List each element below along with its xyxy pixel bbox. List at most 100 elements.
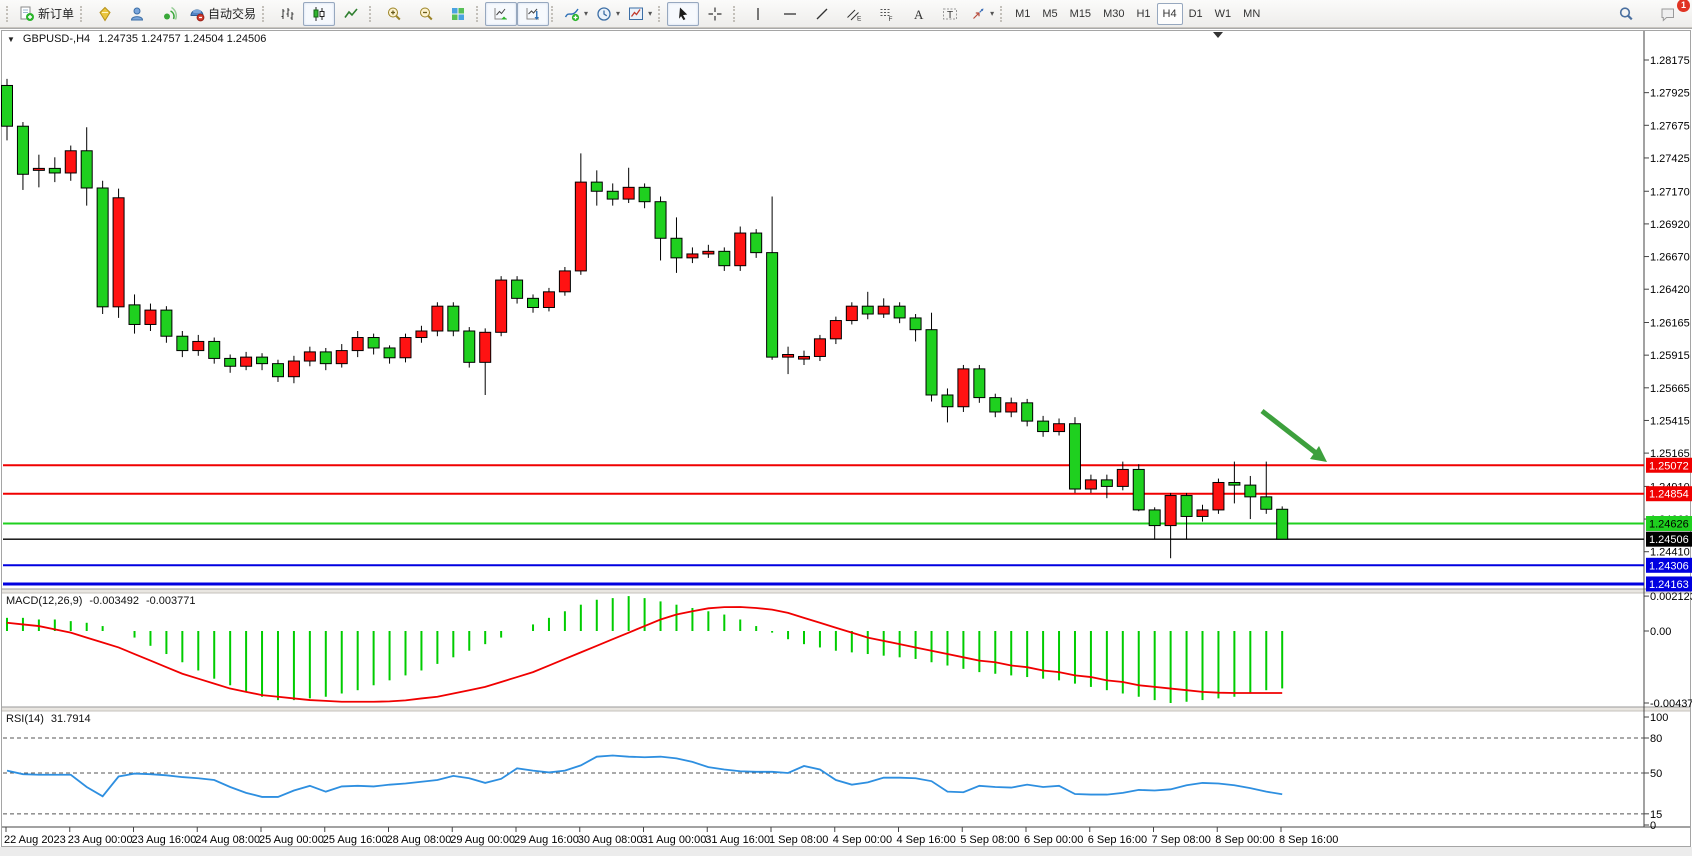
line-chart-button[interactable]: [335, 2, 367, 26]
tab-timeframe-M15[interactable]: M15: [1064, 3, 1097, 25]
auto-scroll-button[interactable]: [485, 2, 517, 26]
tile-windows-button[interactable]: [442, 2, 474, 26]
svg-text:4 Sep 00:00: 4 Sep 00:00: [833, 834, 892, 846]
notifications-button[interactable]: 1: [1652, 2, 1684, 26]
group-grip: [369, 6, 374, 22]
search-button[interactable]: [1610, 2, 1642, 26]
tab-timeframe-MN[interactable]: MN: [1237, 3, 1266, 25]
zoom-out-icon: [418, 6, 434, 22]
horizontal-line-icon: [782, 6, 798, 22]
arrows-icon: [970, 6, 986, 22]
svg-text:100: 100: [1650, 712, 1668, 724]
metaeditor-icon: [97, 6, 113, 22]
svg-text:E: E: [857, 15, 862, 22]
svg-text:1.27170: 1.27170: [1650, 186, 1690, 198]
svg-text:1.28175: 1.28175: [1650, 55, 1690, 67]
rsi-value: 31.7914: [51, 713, 91, 725]
svg-text:6 Sep 00:00: 6 Sep 00:00: [1024, 834, 1083, 846]
fibonacci-button[interactable]: F: [870, 2, 902, 26]
svg-text:1.26420: 1.26420: [1650, 284, 1690, 296]
trendline-icon: [814, 6, 830, 22]
fibonacci-icon: F: [878, 6, 894, 22]
timeframe-group: M1M5M15M30H1H4D1W1MN: [998, 1, 1266, 27]
tab-timeframe-M5[interactable]: M5: [1036, 3, 1063, 25]
toolbar-group: E FAT ▾: [731, 1, 998, 27]
vertical-line-icon: [750, 6, 766, 22]
indicators-button[interactable]: ▾: [560, 2, 592, 26]
templates-button[interactable]: ▾: [624, 2, 656, 26]
label-icon: T: [942, 6, 958, 22]
channel-button[interactable]: E: [838, 2, 870, 26]
tab-timeframe-M30[interactable]: M30: [1097, 3, 1130, 25]
group-grip: [80, 6, 85, 22]
rsi-indicator-name: RSI(14): [6, 713, 44, 725]
crosshair-icon: [707, 6, 723, 22]
zoom-out-button[interactable]: [410, 2, 442, 26]
svg-text:8 Sep 16:00: 8 Sep 16:00: [1279, 834, 1338, 846]
macd-signal-value: -0.003771: [146, 595, 196, 607]
svg-text:0.002123: 0.002123: [1650, 591, 1692, 603]
svg-text:7 Sep 08:00: 7 Sep 08:00: [1152, 834, 1211, 846]
cursor-button[interactable]: [667, 2, 699, 26]
candlestick-icon: [311, 6, 327, 22]
trendline-button[interactable]: [806, 2, 838, 26]
svg-text:50: 50: [1650, 768, 1662, 780]
symbol-dropdown-icon[interactable]: ▼: [7, 35, 15, 44]
arrows-button[interactable]: ▾: [966, 2, 998, 26]
svg-text:23 Aug 00:00: 23 Aug 00:00: [68, 834, 133, 846]
bar-chart-icon: [279, 6, 295, 22]
bar-chart-button[interactable]: [271, 2, 303, 26]
chevron-down-icon[interactable]: ▾: [990, 9, 994, 18]
indicators-icon: [564, 6, 580, 22]
rsi-pane-label: RSI(14) 31.7914: [6, 713, 91, 725]
svg-text:1 Sep 08:00: 1 Sep 08:00: [769, 834, 828, 846]
svg-text:-0.004378: -0.004378: [1650, 698, 1692, 710]
periods-button[interactable]: ▾: [592, 2, 624, 26]
vertical-line-button[interactable]: [742, 2, 774, 26]
tab-timeframe-D1[interactable]: D1: [1183, 3, 1209, 25]
svg-text:6 Sep 16:00: 6 Sep 16:00: [1088, 834, 1147, 846]
channel-icon: E: [846, 6, 862, 22]
tab-timeframe-M1[interactable]: M1: [1009, 3, 1036, 25]
group-grip: [1000, 6, 1005, 22]
chevron-down-icon[interactable]: ▾: [584, 9, 588, 18]
svg-text:1.26670: 1.26670: [1650, 252, 1690, 264]
toolbar-group: ▾ ▾ ▾: [549, 1, 656, 27]
group-grip: [262, 6, 267, 22]
svg-text:25 Aug 16:00: 25 Aug 16:00: [323, 834, 388, 846]
svg-text:24 Aug 08:00: 24 Aug 08:00: [195, 834, 260, 846]
svg-text:1.24163: 1.24163: [1649, 579, 1689, 591]
new-order-button[interactable]: 新订单: [15, 2, 78, 26]
macd-indicator-name: MACD(12,26,9): [6, 595, 82, 607]
tab-timeframe-W1[interactable]: W1: [1209, 3, 1238, 25]
templates-icon: [628, 6, 644, 22]
svg-text:29 Aug 16:00: 29 Aug 16:00: [514, 834, 579, 846]
zoom-in-button[interactable]: [378, 2, 410, 26]
horizontal-line-button[interactable]: [774, 2, 806, 26]
metaeditor-button[interactable]: [89, 2, 121, 26]
chevron-down-icon[interactable]: ▾: [616, 9, 620, 18]
group-grip: [6, 6, 11, 22]
text-icon: A: [910, 6, 926, 22]
svg-text:0: 0: [1650, 820, 1656, 832]
tab-timeframe-H1[interactable]: H1: [1130, 3, 1156, 25]
tab-timeframe-H4[interactable]: H4: [1157, 3, 1183, 25]
button-label: 自动交易: [208, 5, 256, 22]
svg-text:1.26165: 1.26165: [1650, 318, 1690, 330]
chart-shift-button[interactable]: [517, 2, 549, 26]
autotrading-button[interactable]: 自动交易: [185, 2, 260, 26]
svg-text:1.27425: 1.27425: [1650, 153, 1690, 165]
label-button[interactable]: T: [934, 2, 966, 26]
chevron-down-icon[interactable]: ▾: [648, 9, 652, 18]
toolbar-group: [474, 1, 549, 27]
svg-text:1.24306: 1.24306: [1649, 560, 1689, 572]
crosshair-button[interactable]: [699, 2, 731, 26]
candlestick-button[interactable]: [303, 2, 335, 26]
chart-plot-area[interactable]: [2, 31, 1644, 589]
signals-button[interactable]: [153, 2, 185, 26]
signals-icon: [161, 6, 177, 22]
profile-button[interactable]: [121, 2, 153, 26]
chart-title: ▼ GBPUSD-,H4 1.24735 1.24757 1.24504 1.2…: [7, 33, 266, 45]
svg-text:1.24410: 1.24410: [1650, 547, 1690, 559]
text-button[interactable]: A: [902, 2, 934, 26]
